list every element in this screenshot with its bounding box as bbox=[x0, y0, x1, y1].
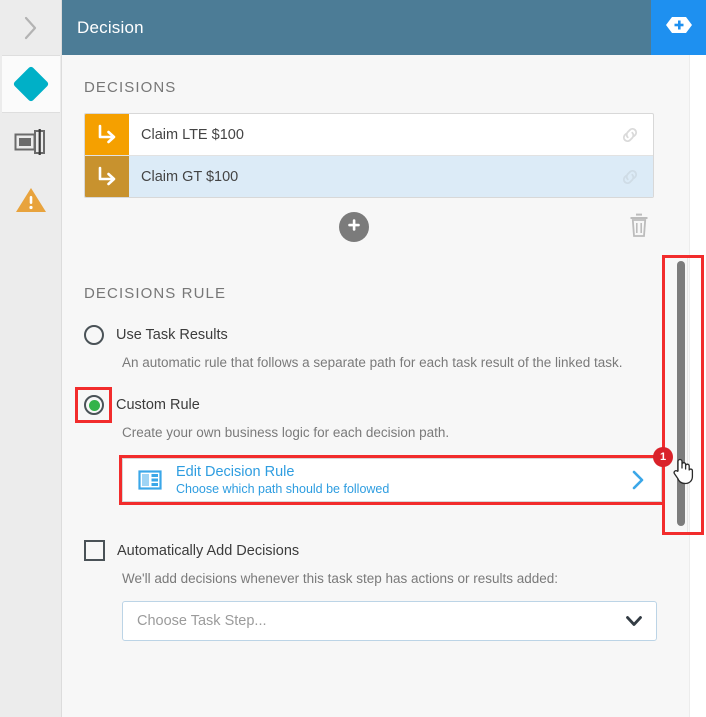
scrollbar-track[interactable] bbox=[687, 257, 688, 532]
form-input-icon bbox=[14, 129, 48, 155]
vertical-scrollbar[interactable] bbox=[661, 257, 697, 532]
decisions-actions bbox=[84, 207, 654, 247]
page-title: Decision bbox=[77, 17, 144, 37]
table-row[interactable]: Claim GT $100 bbox=[85, 156, 653, 197]
radio-use-task-results[interactable] bbox=[84, 325, 104, 345]
decisions-heading: DECISIONS bbox=[84, 79, 177, 96]
arrow-turn-right-icon bbox=[85, 114, 129, 155]
decisions-rule-heading: DECISIONS RULE bbox=[84, 285, 227, 302]
trash-icon bbox=[628, 212, 650, 243]
pointing-hand-cursor bbox=[671, 455, 695, 485]
option-description: Create your own business logic for each … bbox=[122, 425, 450, 440]
edit-decision-rule-text: Edit Decision Rule Choose which path sho… bbox=[176, 464, 627, 497]
table-row[interactable]: Claim LTE $100 bbox=[85, 114, 653, 156]
chain-link-icon[interactable] bbox=[607, 156, 653, 197]
chain-link-icon[interactable] bbox=[607, 114, 653, 155]
edit-decision-rule-wrapper: Edit Decision Rule Choose which path sho… bbox=[119, 447, 673, 505]
chevron-down-icon[interactable] bbox=[624, 614, 644, 628]
main-panel: Decision DECISIONS Claim LTE $100 Claim … bbox=[62, 0, 706, 717]
warning-triangle-icon bbox=[15, 186, 47, 214]
plus-circle-icon bbox=[345, 216, 363, 239]
radio-custom-rule[interactable] bbox=[75, 387, 112, 423]
edit-decision-rule-button[interactable]: Edit Decision Rule Choose which path sho… bbox=[122, 458, 662, 502]
decision-row-label: Claim GT $100 bbox=[141, 168, 239, 185]
decision-row-label: Claim LTE $100 bbox=[141, 126, 244, 143]
sidebar-item-decision[interactable] bbox=[1, 55, 60, 113]
task-step-select-value: Choose Task Step... bbox=[137, 613, 267, 629]
option-description: We'll add decisions whenever this task s… bbox=[122, 571, 559, 586]
sidebar-item-form[interactable] bbox=[2, 113, 60, 171]
add-hexagon-icon bbox=[664, 14, 694, 41]
option-label: Custom Rule bbox=[116, 397, 200, 413]
option-use-task-results: Use Task Results An automatic rule that … bbox=[84, 325, 684, 372]
radio-dot bbox=[88, 399, 100, 411]
rail-expand-area[interactable] bbox=[0, 0, 61, 55]
diamond-icon bbox=[12, 65, 49, 103]
left-icon-rail bbox=[0, 0, 62, 717]
checkbox-auto-add-decisions[interactable] bbox=[84, 540, 105, 561]
edit-decision-rule-title: Edit Decision Rule bbox=[176, 463, 295, 480]
arrow-turn-right-icon bbox=[85, 156, 129, 197]
panel-content: DECISIONS Claim LTE $100 Claim GT $100 D… bbox=[62, 55, 706, 717]
decisions-list: Claim LTE $100 Claim GT $100 bbox=[84, 113, 654, 198]
option-auto-add-decisions: Automatically Add Decisions We'll add de… bbox=[84, 540, 706, 641]
status-badge: 1 bbox=[653, 447, 673, 467]
panel-titlebar: Decision bbox=[62, 0, 706, 55]
chevron-right-icon[interactable] bbox=[20, 11, 42, 45]
task-step-select[interactable]: Choose Task Step... bbox=[122, 601, 657, 641]
chevron-right-icon[interactable] bbox=[627, 468, 649, 492]
add-decision-button[interactable] bbox=[651, 0, 706, 55]
option-description: An automatic rule that follows a separat… bbox=[122, 355, 623, 370]
scrollbar-thumb[interactable] bbox=[677, 261, 685, 526]
option-label: Automatically Add Decisions bbox=[117, 542, 300, 559]
delete-decision-button[interactable] bbox=[626, 212, 652, 242]
edit-decision-rule-subtitle: Choose which path should be followed bbox=[176, 481, 390, 496]
add-decision-row-button[interactable] bbox=[339, 212, 369, 242]
layout-panels-icon bbox=[137, 468, 163, 492]
decision-panel-window: Decision DECISIONS Claim LTE $100 Claim … bbox=[0, 0, 706, 717]
option-custom-rule: Custom Rule Create your own business log… bbox=[75, 387, 684, 505]
sidebar-item-warning[interactable] bbox=[2, 171, 60, 229]
option-label: Use Task Results bbox=[116, 327, 228, 343]
